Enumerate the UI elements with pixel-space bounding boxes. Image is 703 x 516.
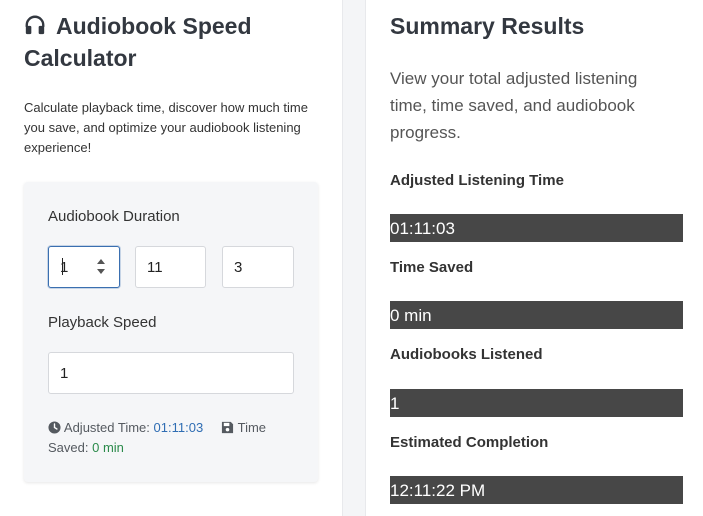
floppy-disk-icon [222, 421, 234, 434]
text-caret [62, 258, 63, 275]
duration-label: Audiobook Duration [48, 208, 180, 225]
adjusted-time-value: 01:11:03 [153, 420, 204, 435]
speed-input[interactable] [48, 352, 294, 394]
hours-stepper[interactable] [95, 256, 107, 278]
result-value: 0 min [390, 301, 683, 329]
result-label: Adjusted Listening Time [390, 172, 564, 189]
panel-divider [342, 0, 366, 516]
headphones-icon [25, 15, 45, 35]
increment-arrow-icon[interactable] [97, 259, 105, 264]
decrement-arrow-icon[interactable] [97, 269, 105, 274]
calculator-panel: Audiobook Speed Calculator Calculate pla… [0, 0, 342, 516]
app-description: Calculate playback time, discover how mu… [24, 100, 308, 155]
minutes-input[interactable] [135, 246, 206, 288]
result-label: Estimated Completion [390, 434, 549, 451]
result-label: Audiobooks Listened [390, 346, 543, 363]
result-value: 1 [390, 389, 683, 417]
summary-title: Summary Results [390, 13, 585, 39]
adjusted-time-label: Adjusted Time: [63, 420, 150, 435]
time-saved-value: 0 min [92, 440, 124, 455]
speed-label: Playback Speed [48, 314, 157, 331]
calculation-status: Adjusted Time: 01:11:03 Time Saved: 0 mi… [48, 418, 298, 458]
app-title-text: Audiobook Speed Calculator [24, 13, 252, 71]
calculator-card: Audiobook Duration Playback Speed Adjust… [24, 182, 318, 482]
app-title: Audiobook Speed Calculator [24, 10, 324, 74]
result-label: Time Saved [390, 259, 474, 276]
seconds-input[interactable] [222, 246, 294, 288]
summary-description: View your total adjusted listening time,… [390, 69, 638, 142]
hours-input[interactable] [48, 246, 120, 288]
clock-icon [48, 421, 61, 434]
summary-panel: Summary Results View your total adjusted… [366, 0, 703, 516]
result-value: 01:11:03 [390, 214, 683, 242]
page: Audiobook Speed Calculator Calculate pla… [0, 0, 703, 516]
result-value: 12:11:22 PM [390, 476, 683, 504]
